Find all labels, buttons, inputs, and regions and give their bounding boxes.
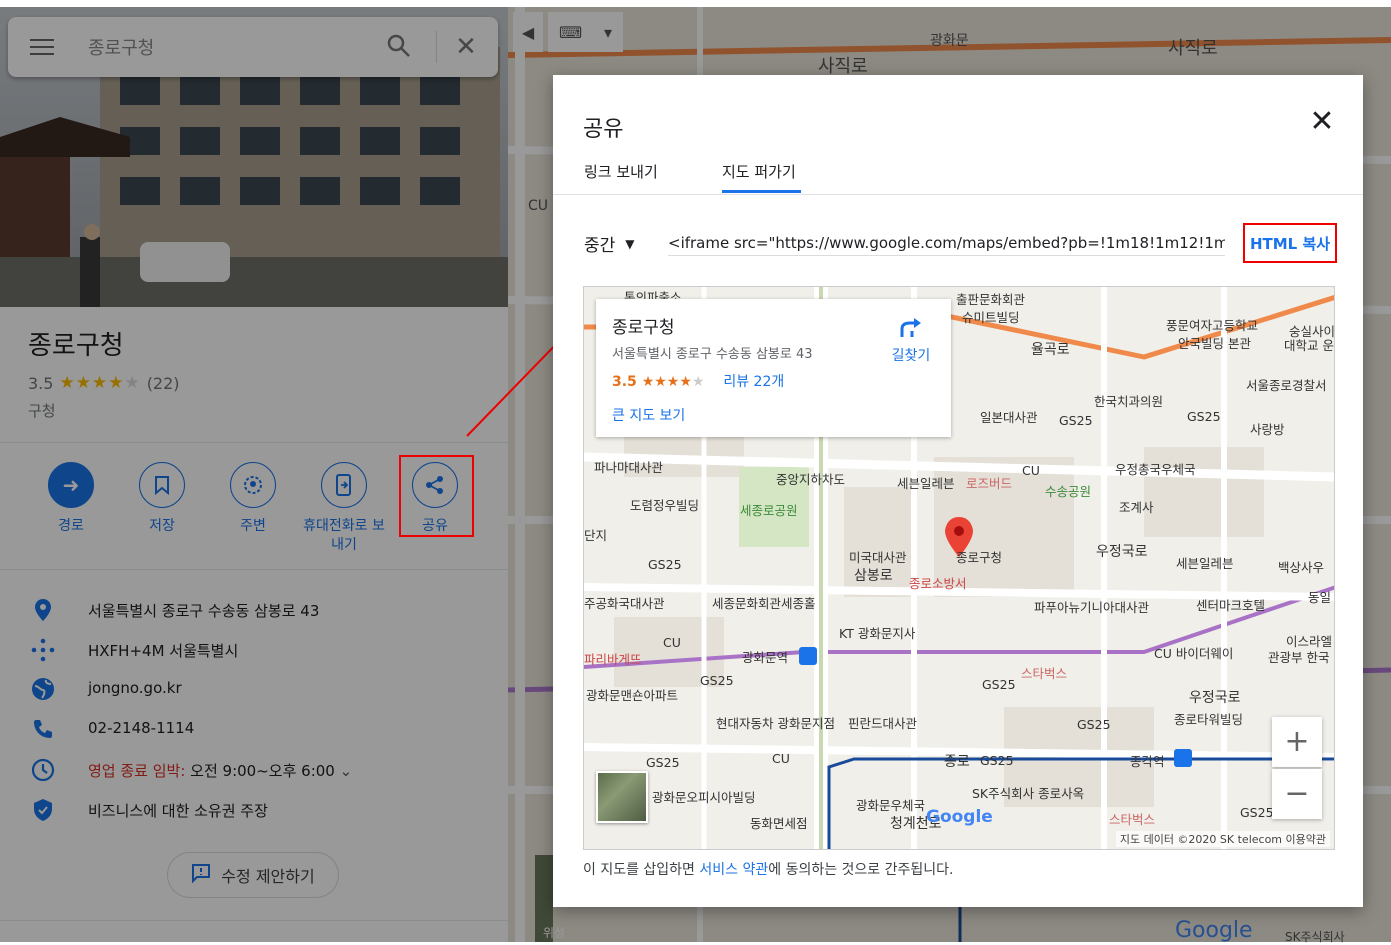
map-label: 파나마대사관 xyxy=(594,460,664,475)
map-label: 세븐일레븐 xyxy=(897,476,955,491)
directions-icon xyxy=(881,315,941,345)
terms-notice: 이 지도를 삽입하면 서비스 약관에 동의하는 것으로 간주됩니다. xyxy=(583,859,954,879)
map-label: 한국치과의원 xyxy=(1094,394,1164,409)
top-bar xyxy=(0,0,1391,7)
card-address: 서울특별시 종로구 수송동 삼봉로 43 xyxy=(612,347,813,362)
map-copyright[interactable]: 지도 데이터 ©2020 SK telecom 이용약관 xyxy=(1115,831,1330,847)
directions-link[interactable]: 길찾기 xyxy=(881,315,941,365)
map-label: 센터마크호텔 xyxy=(1196,598,1266,613)
map-label: 스타벅스 xyxy=(1109,812,1156,827)
map-label: 관광부 한국 xyxy=(1268,650,1330,665)
map-label: 세븐일레븐 xyxy=(1176,556,1234,571)
map-label: 미국대사관 xyxy=(849,550,907,565)
map-label: 사랑방 xyxy=(1250,422,1285,437)
map-label: GS25 xyxy=(982,677,1016,692)
map-label: SK주식회사 종로사옥 xyxy=(972,786,1085,801)
map-label: GS25 xyxy=(646,755,680,770)
map-label: 슈미트빌딩 xyxy=(962,310,1020,325)
map-label: 주공화국대사관 xyxy=(584,596,665,611)
zoom-out-button[interactable]: − xyxy=(1272,769,1322,819)
map-label: 파리바게뜨 xyxy=(584,652,642,667)
map-label: CU xyxy=(772,751,790,766)
terms-link[interactable]: 서비스 약관 xyxy=(699,862,768,878)
close-icon[interactable]: ✕ xyxy=(1305,105,1339,139)
map-label: CU 바이더웨이 xyxy=(1154,646,1234,661)
map-label: 서울종로경찰서 xyxy=(1246,378,1327,393)
share-dialog: 공유 ✕ 링크 보내기 지도 퍼가기 중간 ▼ HTML 복사 xyxy=(553,75,1363,907)
notice-prefix: 이 지도를 삽입하면 xyxy=(583,862,700,878)
map-label: CU xyxy=(663,635,681,650)
map-label: CU xyxy=(1022,463,1040,478)
map-label: 광화문맨숀아파트 xyxy=(586,688,679,703)
map-label: 현대자동차 광화문지점 xyxy=(716,716,835,731)
map-label: 세종문화회관세종홀 xyxy=(712,596,816,611)
map-label: GS25 xyxy=(1077,717,1111,732)
map-label: 핀란드대사관 xyxy=(848,716,918,731)
map-label: 우정국로 xyxy=(1096,544,1148,560)
map-label: 풍문여자고등학교 xyxy=(1166,318,1259,333)
card-place-name: 종로구청 xyxy=(612,318,675,338)
directions-label: 길찾기 xyxy=(891,348,931,364)
map-label: 종로구청 xyxy=(956,550,1003,565)
card-reviews-link[interactable]: 리뷰 22개 xyxy=(723,374,784,390)
place-info-card: 종로구청 서울특별시 종로구 수송동 삼봉로 43 3.5 ★★★★★ 리뷰 2… xyxy=(596,299,951,437)
map-label: GS25 xyxy=(980,753,1014,768)
map-label: 도렴정우빌딩 xyxy=(630,498,700,513)
map-label: 율곡로 xyxy=(1031,342,1070,358)
map-label: GS25 xyxy=(648,557,682,572)
map-label: 로즈버드 xyxy=(966,476,1013,491)
map-label: GS25 xyxy=(700,673,734,688)
map-label: 대학교 운 xyxy=(1284,338,1334,353)
map-label: GS25 xyxy=(1187,409,1221,424)
map-label: 백상사우 xyxy=(1278,560,1325,575)
map-label: 중앙지하차도 xyxy=(776,472,846,487)
map-label: 파푸아뉴기니아대사관 xyxy=(1034,600,1150,615)
size-value: 중간 xyxy=(584,236,616,256)
map-label: 광화문우체국 xyxy=(856,798,926,813)
share-highlight-box xyxy=(399,455,474,537)
map-label: GS25 xyxy=(1240,805,1274,820)
map-label: 수송공원 xyxy=(1045,484,1092,499)
map-label: 안국빌딩 본관 xyxy=(1178,336,1251,351)
map-label: 종각역 xyxy=(1130,754,1165,769)
dialog-title: 공유 xyxy=(583,117,624,142)
tab-send-link[interactable]: 링크 보내기 xyxy=(584,161,658,182)
size-dropdown[interactable]: 중간 ▼ xyxy=(584,231,635,256)
tab-embed-map[interactable]: 지도 퍼가기 xyxy=(722,161,796,182)
map-label: 동화면세점 xyxy=(750,816,808,831)
card-rating-stars: ★★★★★ xyxy=(641,374,705,390)
map-label: 일본대사관 xyxy=(980,410,1038,425)
card-rating: 3.5 ★★★★★ 리뷰 22개 xyxy=(612,371,784,391)
google-logo: Google xyxy=(926,807,993,827)
map-label: 종로소방서 xyxy=(909,576,967,591)
embed-code-field[interactable] xyxy=(668,230,1225,256)
copy-html-button[interactable]: HTML 복사 xyxy=(1243,223,1337,263)
satellite-layer-toggle[interactable] xyxy=(596,771,648,823)
notice-suffix: 에 동의하는 것으로 간주됩니다. xyxy=(768,862,954,878)
map-label: 삼봉로 xyxy=(854,568,893,584)
map-label: 세종로공원 xyxy=(740,503,798,518)
card-rating-value: 3.5 xyxy=(612,374,637,390)
active-tab-indicator xyxy=(722,190,801,193)
map-label: 우정국로 xyxy=(1189,690,1241,706)
map-label: 스타벅스 xyxy=(1021,666,1068,681)
map-label: 종로타워빌딩 xyxy=(1174,712,1244,727)
bigger-map-link[interactable]: 큰 지도 보기 xyxy=(612,405,685,425)
dropdown-arrow-icon: ▼ xyxy=(625,236,635,251)
map-label: 종로 xyxy=(944,754,970,770)
map-label: 광화문오피시아빌딩 xyxy=(652,790,756,805)
map-label: 출판문화회관 xyxy=(956,292,1026,307)
embed-map-preview[interactable]: 통의파출소 출판문화회관 슈미트빌딩 풍문여자고등학교 안국빌딩 본관 숭실사이… xyxy=(583,286,1335,850)
map-label: 광화문역 xyxy=(742,650,789,665)
map-label: 단지 xyxy=(584,528,608,543)
map-label: KT 광화문지사 xyxy=(839,626,916,641)
map-label: GS25 xyxy=(1059,413,1093,428)
map-label: 조계사 xyxy=(1119,500,1154,515)
zoom-in-button[interactable]: + xyxy=(1272,717,1322,767)
map-label: 우정총국우체국 xyxy=(1115,462,1196,477)
map-label: 동일 xyxy=(1308,590,1332,605)
tab-divider xyxy=(553,194,1363,195)
